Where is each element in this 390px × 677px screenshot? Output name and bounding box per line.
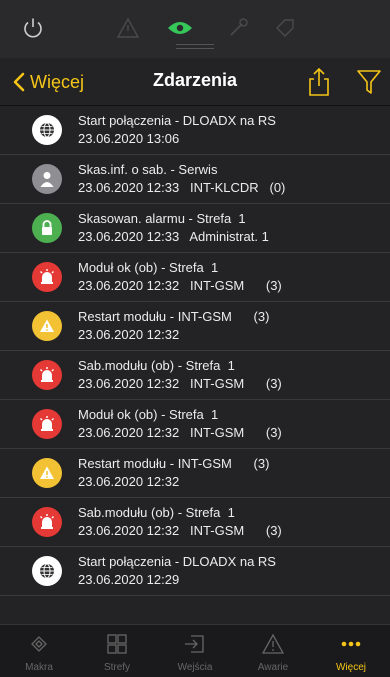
tab-label: Awarie: [257, 662, 289, 673]
wrench-icon[interactable]: [225, 15, 251, 41]
event-details: 23.06.2020 12:29: [78, 572, 180, 587]
back-button-label: Więcej: [30, 71, 85, 92]
back-button[interactable]: Więcej: [12, 69, 84, 95]
event-description: Skasowan. alarmu - Strefa 1: [78, 211, 246, 226]
tab-label: Strefy: [103, 662, 131, 673]
user-icon: [32, 164, 62, 194]
event-row[interactable]: Skas.inf. o sab. - Serwis 23.06.2020 12:3…: [0, 155, 390, 204]
event-details: 23.06.2020 12:33 Administrat. 1: [78, 229, 269, 244]
event-row[interactable]: Start połączenia - DLOADX na RS 23.06.202…: [0, 547, 390, 596]
event-description: Skas.inf. o sab. - Serwis: [78, 162, 218, 177]
tab-label: Makra: [25, 662, 53, 673]
tab-strefy[interactable]: Strefy: [78, 625, 156, 677]
event-details: 23.06.2020 12:32: [78, 474, 180, 489]
tab-awarie[interactable]: Awarie: [234, 625, 312, 677]
top-status-bar: [0, 0, 390, 58]
power-icon[interactable]: [20, 15, 46, 41]
event-details: 23.06.2020 12:32: [78, 327, 180, 342]
alarm-icon: [32, 262, 62, 292]
tag-icon[interactable]: [272, 15, 298, 41]
globe-icon: [32, 115, 62, 145]
inputs-icon: [183, 633, 207, 655]
warning-icon: [32, 311, 62, 341]
event-list[interactable]: Start połączenia - DLOADX na RS 23.06.202…: [0, 106, 390, 624]
event-row[interactable]: Sab.modułu (ob) - Strefa 1 23.06.2020 12:…: [0, 498, 390, 547]
event-row[interactable]: Moduł ok (ob) - Strefa 1 23.06.2020 12:32…: [0, 253, 390, 302]
alarm-icon: [32, 507, 62, 537]
eye-icon[interactable]: [167, 15, 193, 41]
globe-icon: [32, 556, 62, 586]
share-icon[interactable]: [305, 67, 333, 97]
filter-icon[interactable]: [355, 67, 383, 97]
drag-handle[interactable]: [176, 44, 214, 49]
event-details: 23.06.2020 12:32 INT-GSM (3): [78, 523, 282, 538]
event-details: 23.06.2020 12:32 INT-GSM (3): [78, 425, 282, 440]
event-description: Start połączenia - DLOADX na RS: [78, 113, 276, 128]
event-row[interactable]: Sab.modułu (ob) - Strefa 1 23.06.2020 12:…: [0, 351, 390, 400]
event-description: Restart modułu - INT-GSM (3): [78, 456, 270, 471]
event-row[interactable]: Start połączenia - DLOADX na RS 23.06.202…: [0, 106, 390, 155]
more-icon: [339, 633, 363, 655]
macros-icon: [27, 633, 51, 655]
lock-icon: [32, 213, 62, 243]
chevron-left-icon: [13, 72, 25, 92]
event-details: 23.06.2020 12:32 INT-GSM (3): [78, 278, 282, 293]
event-description: Moduł ok (ob) - Strefa 1: [78, 260, 219, 275]
warning-icon: [261, 633, 285, 655]
tab-bar: Makra Strefy Wejścia Awarie Więcej: [0, 624, 390, 677]
event-description: Moduł ok (ob) - Strefa 1: [78, 407, 219, 422]
event-details: 23.06.2020 12:33 INT-KLCDR (0): [78, 180, 286, 195]
alarm-icon: [32, 360, 62, 390]
event-details: 23.06.2020 12:32 INT-GSM (3): [78, 376, 282, 391]
tab-makra[interactable]: Makra: [0, 625, 78, 677]
warning-icon[interactable]: [115, 15, 141, 41]
tab-wejścia[interactable]: Wejścia: [156, 625, 234, 677]
navigation-bar: Więcej Zdarzenia: [0, 58, 390, 106]
tab-label: Wejścia: [177, 662, 213, 673]
event-row[interactable]: Skasowan. alarmu - Strefa 1 23.06.2020 12…: [0, 204, 390, 253]
event-details: 23.06.2020 13:06: [78, 131, 180, 146]
event-description: Sab.modułu (ob) - Strefa 1: [78, 505, 235, 520]
alarm-icon: [32, 409, 62, 439]
event-row[interactable]: Restart modułu - INT-GSM (3) 23.06.2020 1…: [0, 449, 390, 498]
event-description: Restart modułu - INT-GSM (3): [78, 309, 270, 324]
tab-więcej[interactable]: Więcej: [312, 625, 390, 677]
tab-label: Więcej: [335, 662, 366, 673]
event-description: Sab.modułu (ob) - Strefa 1: [78, 358, 235, 373]
event-row[interactable]: Restart modułu - INT-GSM (3) 23.06.2020 1…: [0, 302, 390, 351]
event-row[interactable]: Moduł ok (ob) - Strefa 1 23.06.2020 12:32…: [0, 400, 390, 449]
zones-icon: [105, 633, 129, 655]
event-description: Start połączenia - DLOADX na RS: [78, 554, 276, 569]
warning-icon: [32, 458, 62, 488]
